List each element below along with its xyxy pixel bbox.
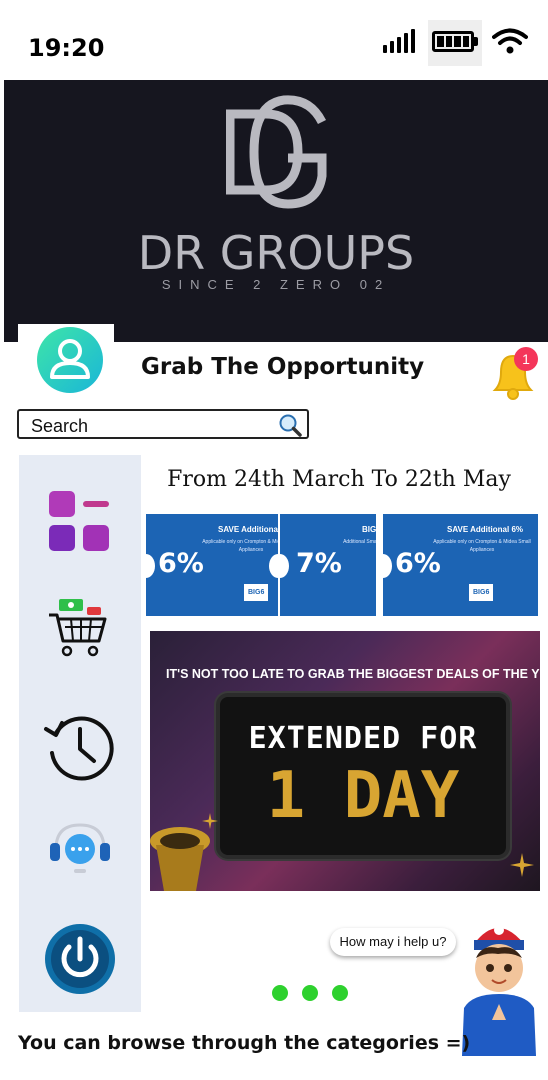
logout-button[interactable] xyxy=(19,921,141,997)
coupon-title: BIG xyxy=(362,525,376,534)
coupon-code: BIG6 xyxy=(244,584,269,601)
brand-name: DR GROUPS xyxy=(137,226,415,280)
coupon-card[interactable]: 6% SAVE Additional 6% Applicable only on… xyxy=(146,514,278,616)
coupon-condition: Additional Small xyxy=(343,539,376,545)
carousel-dot[interactable] xyxy=(272,985,288,1001)
history-icon xyxy=(44,716,114,781)
status-bar: 19:20 xyxy=(0,0,548,80)
banner-headline: EXTENDED FOR xyxy=(248,721,478,756)
coupon-card[interactable]: 7% BIG Additional Small xyxy=(280,514,376,616)
promo-date-heading: From 24th March To 22th May xyxy=(167,467,511,492)
notification-badge: 1 xyxy=(514,347,538,371)
brand-tagline: SINCE 2 ZERO 02 xyxy=(161,277,391,292)
support-button[interactable] xyxy=(19,821,141,877)
wifi-icon xyxy=(492,28,528,54)
coupon-card[interactable]: 6% SAVE Additional 6% Applicable only on… xyxy=(383,514,538,616)
page-title: Grab The Opportunity xyxy=(141,354,425,380)
brand-hero: DR GROUPS SINCE 2 ZERO 02 xyxy=(4,80,548,342)
categories-icon xyxy=(49,491,109,551)
sparkle-icon xyxy=(202,813,218,829)
cart-button[interactable] xyxy=(19,595,141,659)
coupon-percent: 7% xyxy=(296,548,342,579)
footer-hint: You can browse through the categories =) xyxy=(18,1032,471,1054)
deal-banner[interactable]: IT'S NOT TOO LATE TO GRAB THE BIGGEST DE… xyxy=(150,631,540,891)
carousel-dots[interactable] xyxy=(272,985,348,1001)
support-chat-icon xyxy=(50,823,110,873)
search-placeholder: Search xyxy=(31,416,89,436)
cart-icon xyxy=(49,599,107,657)
search-icon[interactable] xyxy=(277,412,303,438)
history-button[interactable] xyxy=(19,709,141,785)
profile-button[interactable] xyxy=(18,324,114,396)
signal-icon xyxy=(383,29,415,53)
category-sidebar xyxy=(19,455,141,1012)
brand-logo-icon xyxy=(226,95,327,209)
carousel-dot[interactable] xyxy=(332,985,348,1001)
user-icon xyxy=(50,339,90,379)
status-time: 19:20 xyxy=(28,34,105,62)
coupon-condition: Applicable only on Crompton & Midea Smal… xyxy=(202,539,278,553)
battery-icon xyxy=(428,20,482,66)
sparkle-icon xyxy=(510,853,534,877)
assistant-prompt[interactable]: How may i help u? xyxy=(330,928,456,956)
power-icon xyxy=(45,924,115,994)
avatar xyxy=(37,327,103,393)
carousel-dot[interactable] xyxy=(302,985,318,1001)
app-screen: 19:20 DR GROUPS SINCE 2 ZERO 02 Grab The… xyxy=(0,0,548,1080)
coupon-condition: Applicable only on Crompton & Midea Smal… xyxy=(433,539,531,553)
banner-card: EXTENDED FOR 1 DAY xyxy=(216,693,510,859)
coupon-title: SAVE Additional 6% xyxy=(447,525,524,534)
categories-button[interactable] xyxy=(19,489,141,555)
banner-highlight: 1 DAY xyxy=(266,759,460,833)
search-input[interactable]: Search xyxy=(17,409,309,439)
coupon-code: BIG6 xyxy=(469,584,494,601)
banner-tagline: IT'S NOT TOO LATE TO GRAB THE BIGGEST DE… xyxy=(166,667,540,681)
coupon-title: SAVE Additional 6% xyxy=(218,525,278,534)
